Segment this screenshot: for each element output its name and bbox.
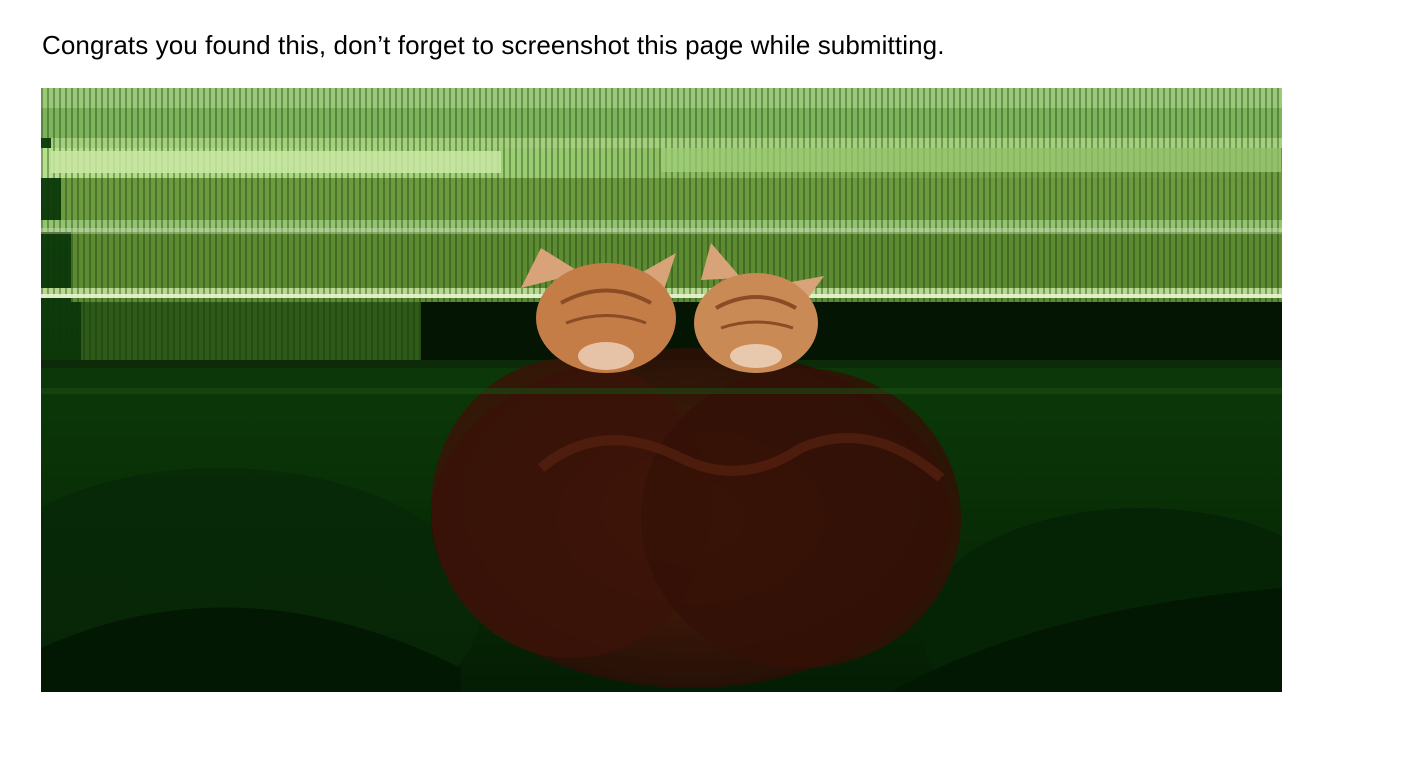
- glitched-cat-photo: [41, 88, 1282, 692]
- congrats-message: Congrats you found this, don’t forget to…: [42, 30, 945, 60]
- page: Congrats you found this, don’t forget to…: [0, 0, 1411, 769]
- cat-photo-artwork: [41, 88, 1282, 692]
